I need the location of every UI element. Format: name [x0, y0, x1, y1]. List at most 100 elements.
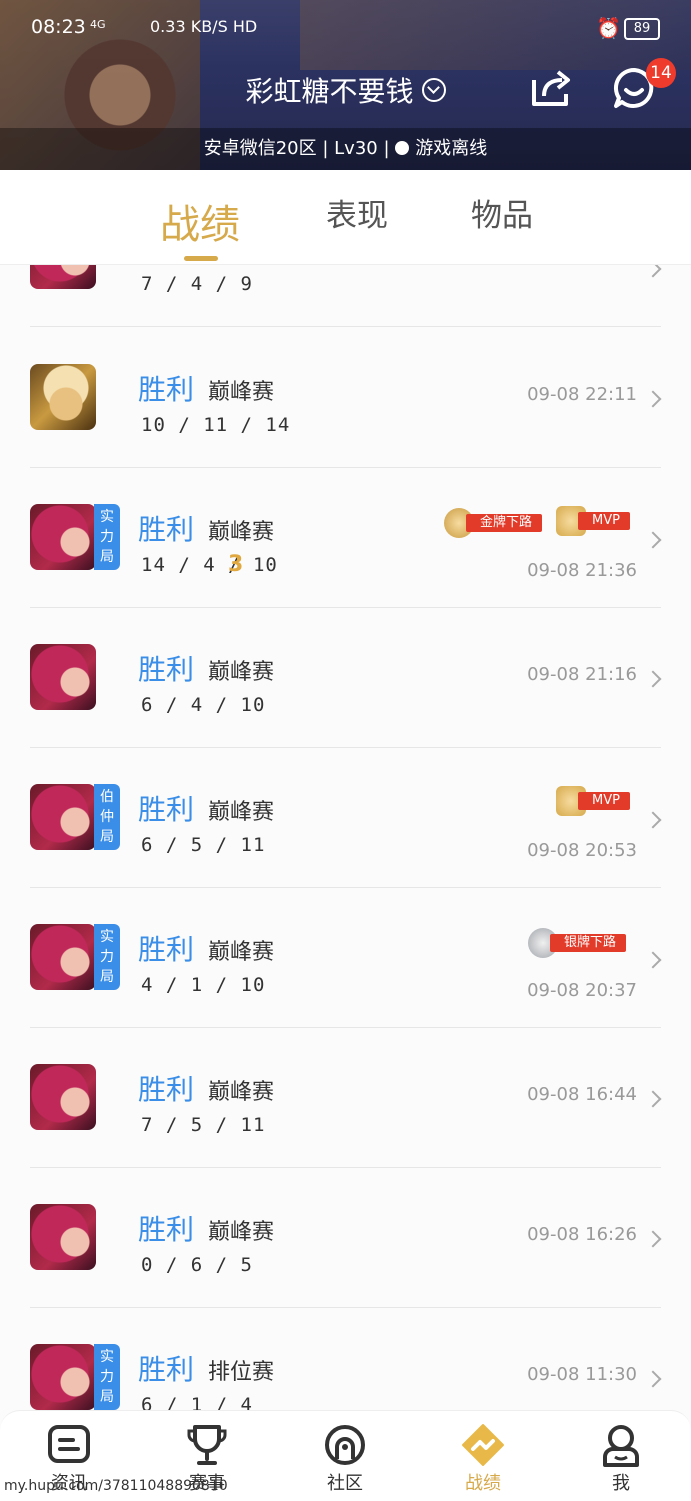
- match-tag: 伯仲局: [94, 784, 120, 850]
- match-mode: 巅峰赛: [208, 380, 275, 405]
- triple-kill-icon: 3: [228, 552, 244, 577]
- match-result: 胜利: [138, 653, 195, 686]
- kda: 7 / 4 / 9: [141, 273, 253, 295]
- chevron-right-icon: [644, 265, 662, 278]
- match-tag: 实力局: [94, 1344, 120, 1410]
- trophy-icon: [187, 1425, 227, 1465]
- kda: 6 / 1 / 4: [141, 1394, 253, 1410]
- tab-items[interactable]: 物品: [471, 190, 533, 235]
- match-mode: 巅峰赛: [208, 1080, 275, 1105]
- hero-avatar: [30, 504, 96, 570]
- nav-community-label: 社区: [327, 1473, 363, 1494]
- active-tab-indicator: [184, 256, 218, 261]
- match-mode: 排位赛: [208, 1360, 275, 1385]
- match-row[interactable]: 胜利 巅峰赛 10 / 11 / 14 09-08 22:11: [0, 328, 691, 468]
- match-result: 胜利: [138, 1073, 195, 1106]
- watermark: my.hupu.com/37811048890810: [4, 1478, 228, 1494]
- chevron-right-icon: [644, 1230, 662, 1248]
- message-badge: 14: [646, 58, 676, 88]
- match-row[interactable]: 胜利 巅峰赛 7 / 5 / 11 09-08 16:44: [0, 1028, 691, 1168]
- divider: [30, 326, 661, 327]
- gold-medal-badge: 金牌下路: [444, 508, 554, 538]
- tab-performance[interactable]: 表现: [326, 190, 388, 235]
- kda: 14 / 4 / 10: [141, 554, 278, 576]
- match-result: 胜利: [138, 933, 195, 966]
- nav-profile[interactable]: 我: [552, 1411, 690, 1501]
- player-name: 彩虹糖不要钱: [245, 75, 414, 108]
- match-mode: 巅峰赛: [208, 800, 275, 825]
- match-result: 胜利: [138, 373, 195, 406]
- offline-dot-icon: [395, 141, 410, 155]
- match-mode: 巅峰赛: [208, 660, 275, 685]
- match-row[interactable]: 实力局 胜利 巅峰赛 14 / 4 / 10 3 金牌下路 MVP 09-08 …: [0, 468, 691, 608]
- hero-avatar: [30, 364, 96, 430]
- chevron-right-icon: [644, 951, 662, 969]
- kda: 0 / 6 / 5: [141, 1254, 253, 1276]
- nav-records[interactable]: 战绩: [414, 1411, 552, 1501]
- hero-avatar: [30, 644, 96, 710]
- chevron-down-icon: [421, 78, 446, 102]
- server-info-bar: 安卓微信20区 | Lv30 | 游戏离线: [0, 128, 691, 170]
- online-status: 游戏离线: [415, 138, 488, 159]
- match-time: 09-08 20:53: [527, 840, 637, 861]
- nav-profile-label: 我: [612, 1473, 630, 1494]
- kda: 10 / 11 / 14: [141, 414, 291, 436]
- match-row[interactable]: 7 / 4 / 9: [0, 265, 691, 327]
- match-row[interactable]: 伯仲局 胜利 巅峰赛 6 / 5 / 11 MVP 09-08 20:53: [0, 748, 691, 888]
- match-result: 胜利: [138, 1213, 195, 1246]
- match-time: 09-08 21:16: [527, 664, 637, 685]
- chevron-right-icon: [644, 390, 662, 408]
- match-tag: 实力局: [94, 924, 120, 990]
- match-time: 09-08 20:37: [527, 980, 637, 1001]
- match-mode: 巅峰赛: [208, 940, 275, 965]
- match-time: 09-08 11:30: [527, 1364, 637, 1385]
- match-mode: 巅峰赛: [208, 520, 275, 545]
- match-row[interactable]: 实力局 胜利 巅峰赛 4 / 1 / 10 银牌下路 09-08 20:37: [0, 888, 691, 1028]
- alarm-icon: ⏰: [596, 16, 621, 40]
- share-icon[interactable]: [530, 68, 574, 108]
- hero-avatar: [30, 265, 96, 289]
- signal-indicator: 4G: [90, 18, 106, 31]
- match-mode: 巅峰赛: [208, 1220, 275, 1245]
- kda: 4 / 1 / 10: [141, 974, 266, 996]
- hero-avatar: [30, 1064, 96, 1130]
- network-speed: 0.33 KB/S HD: [150, 17, 258, 36]
- silver-medal-badge: 银牌下路: [528, 928, 638, 958]
- match-row[interactable]: 胜利 巅峰赛 0 / 6 / 5 09-08 16:26: [0, 1168, 691, 1308]
- match-time: 09-08 16:26: [527, 1224, 637, 1245]
- kda: 7 / 5 / 11: [141, 1114, 266, 1136]
- chevron-right-icon: [644, 1090, 662, 1108]
- match-time: 09-08 16:44: [527, 1084, 637, 1105]
- kda: 6 / 5 / 11: [141, 834, 266, 856]
- chevron-right-icon: [644, 531, 662, 549]
- nav-community[interactable]: 社区: [276, 1411, 414, 1501]
- tab-record[interactable]: 战绩: [160, 192, 240, 250]
- battery-indicator: 89: [624, 18, 660, 40]
- server-level-info: 安卓微信20区 | Lv30 |: [203, 138, 396, 159]
- chevron-right-icon: [644, 670, 662, 688]
- mvp-badge: MVP: [556, 786, 636, 816]
- chevron-right-icon: [644, 1370, 662, 1388]
- match-row[interactable]: 胜利 巅峰赛 6 / 4 / 10 09-08 21:16: [0, 608, 691, 748]
- record-icon: [462, 1424, 504, 1466]
- match-time: 09-08 22:11: [527, 384, 637, 405]
- mvp-badge: MVP: [556, 506, 636, 536]
- profile-icon: [603, 1425, 639, 1467]
- match-tag: 实力局: [94, 504, 120, 570]
- match-result: 胜利: [138, 793, 195, 826]
- match-time: 09-08 21:36: [527, 560, 637, 581]
- player-name-dropdown[interactable]: 彩虹糖不要钱: [0, 70, 691, 110]
- profile-header: 08:23 4G 0.33 KB/S HD ⏰ 89 彩虹糖不要钱 14 安卓微…: [0, 0, 691, 170]
- hero-avatar: [30, 1344, 96, 1410]
- match-result: 胜利: [138, 1353, 195, 1386]
- nav-records-label: 战绩: [465, 1473, 501, 1494]
- match-list[interactable]: 7 / 4 / 9 胜利 巅峰赛 10 / 11 / 14 09-08 22:1…: [0, 265, 691, 1410]
- hero-avatar: [30, 784, 96, 850]
- clock: 08:23: [31, 16, 86, 38]
- kda: 6 / 4 / 10: [141, 694, 266, 716]
- hero-avatar: [30, 924, 96, 990]
- match-row[interactable]: 实力局 胜利 排位赛 6 / 1 / 4 09-08 11:30: [0, 1308, 691, 1410]
- hero-avatar: [30, 1204, 96, 1270]
- status-bar: 08:23 4G 0.33 KB/S HD ⏰ 89: [0, 0, 691, 56]
- chevron-right-icon: [644, 811, 662, 829]
